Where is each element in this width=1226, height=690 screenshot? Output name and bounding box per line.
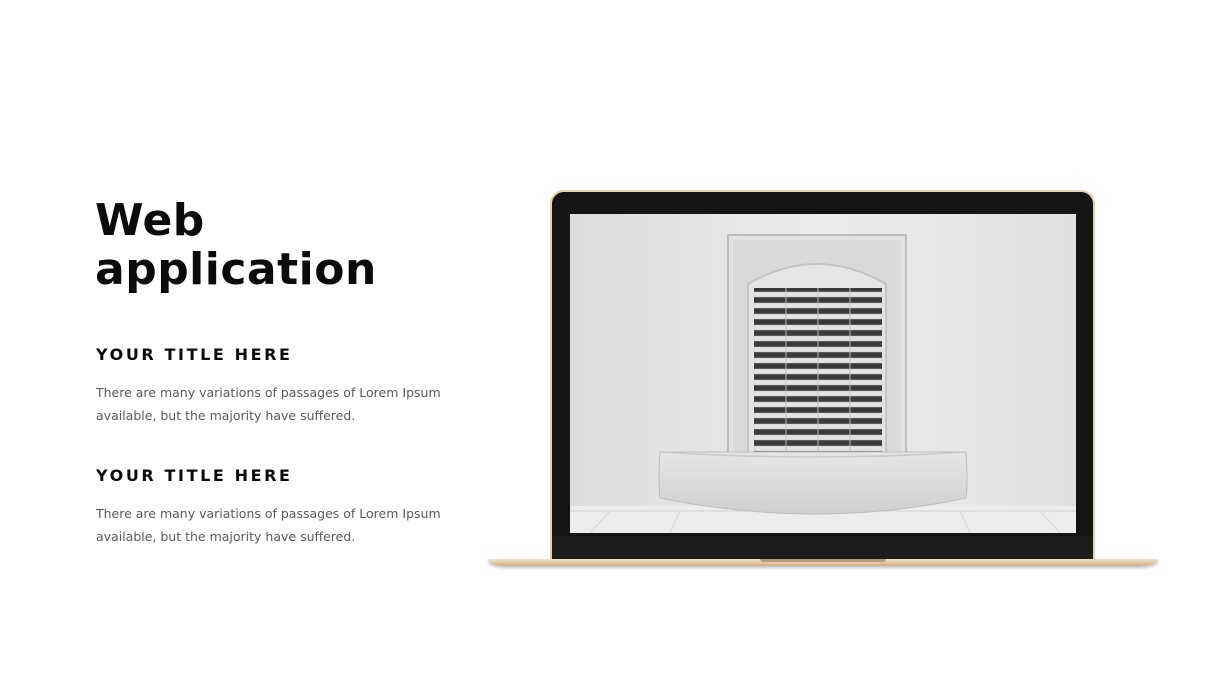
page-title: Web application [95, 196, 377, 294]
laptop-lid [550, 190, 1095, 562]
slide: Web application YOUR TITLE HERE There ar… [0, 0, 1226, 690]
window-photo [570, 214, 1076, 533]
text-section-1: YOUR TITLE HERE There are many variation… [96, 345, 456, 427]
title-line-1: Web [95, 195, 205, 246]
section-heading: YOUR TITLE HERE [96, 345, 293, 364]
title-line-2: application [95, 244, 377, 295]
section-heading: YOUR TITLE HERE [96, 466, 293, 485]
laptop-hinge-notch [760, 559, 886, 562]
laptop-bezel [552, 192, 1093, 562]
section-body: There are many variations of passages of… [96, 385, 441, 423]
section-body: There are many variations of passages of… [96, 506, 441, 544]
text-section-2: YOUR TITLE HERE There are many variation… [96, 466, 456, 548]
laptop-screen-image [570, 214, 1076, 533]
laptop-mockup [488, 190, 1158, 576]
